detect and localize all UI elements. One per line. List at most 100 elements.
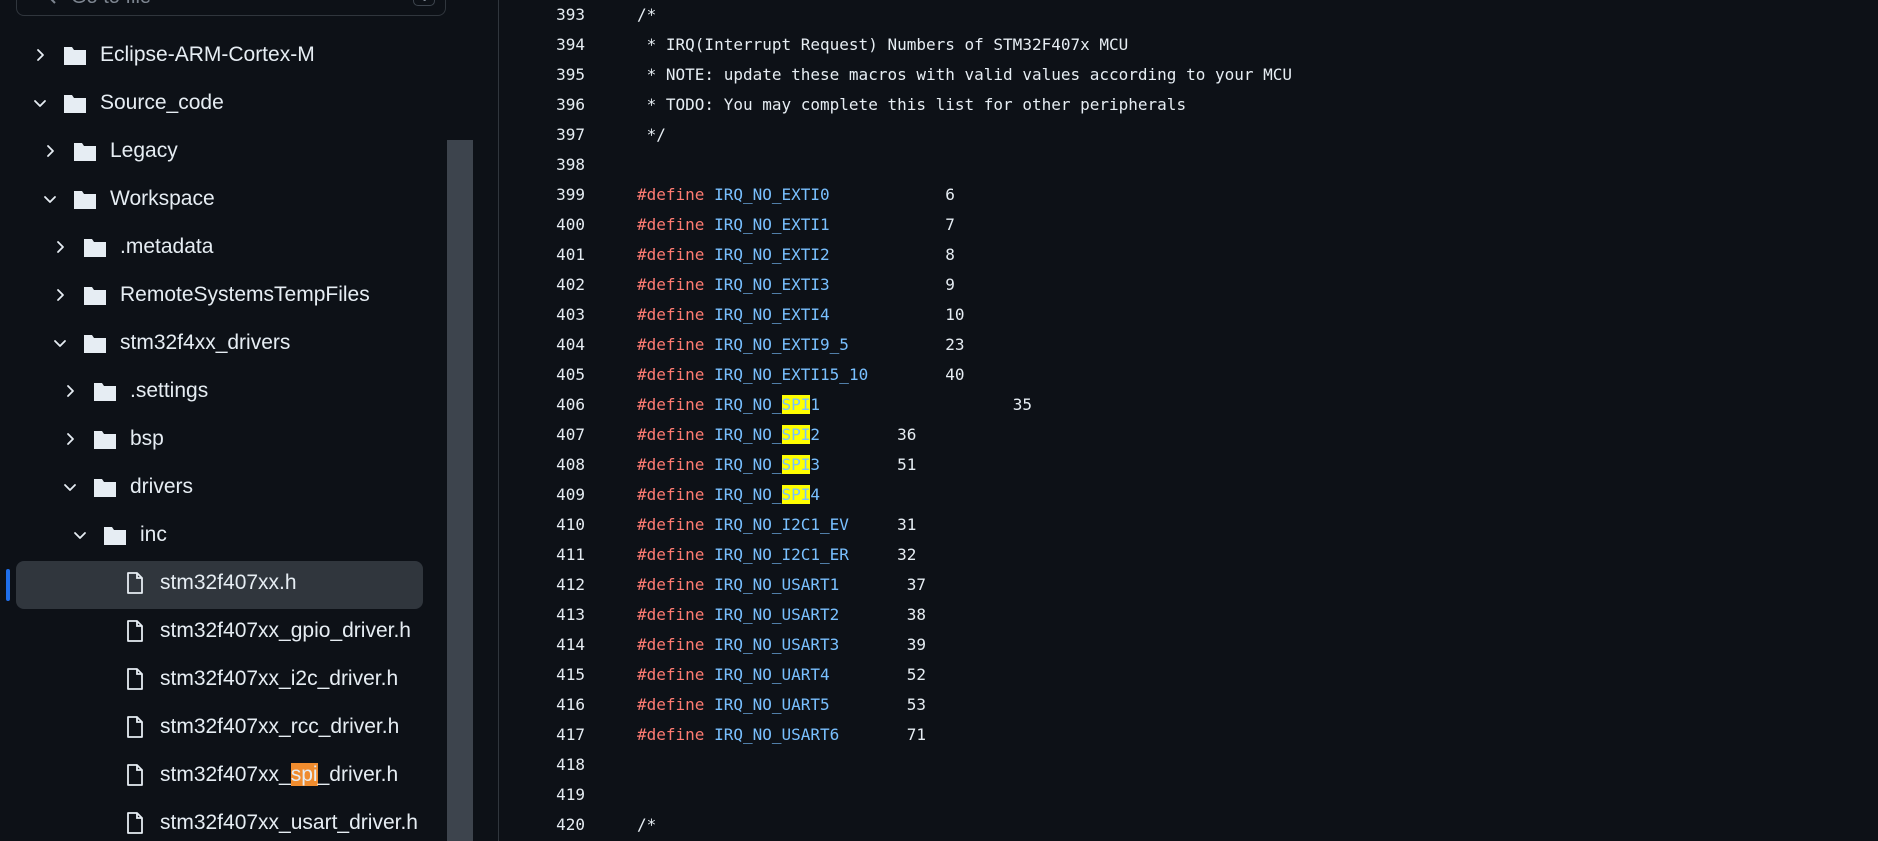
tree-folder-item[interactable]: RemoteSystemsTempFiles bbox=[0, 271, 447, 319]
tree-folder-item[interactable]: .metadata bbox=[0, 223, 447, 271]
line-number[interactable]: 393 bbox=[499, 0, 585, 30]
line-number[interactable]: 416 bbox=[499, 690, 585, 720]
code-line: 395 * NOTE: update these macros with val… bbox=[499, 60, 1878, 90]
line-number[interactable]: 414 bbox=[499, 630, 585, 660]
search-placeholder: Go to file bbox=[71, 0, 151, 9]
code-line: 394 * IRQ(Interrupt Request) Numbers of … bbox=[499, 30, 1878, 60]
shortcut-key-badge: t bbox=[413, 0, 435, 6]
line-number[interactable]: 409 bbox=[499, 480, 585, 510]
chevron-down-icon[interactable] bbox=[62, 479, 78, 495]
tree-folder-item[interactable]: drivers bbox=[0, 463, 447, 511]
code-text: #define IRQ_NO_UART4 52 bbox=[637, 660, 926, 690]
macro-name: IRQ_NO_EXTI0 bbox=[714, 185, 830, 204]
chevron-right-icon[interactable] bbox=[62, 383, 78, 399]
tree-folder-item[interactable]: Source_code bbox=[0, 79, 447, 127]
code-line: 413 #define IRQ_NO_USART2 38 bbox=[499, 600, 1878, 630]
macro-name: IRQ_NO_EXTI4 bbox=[714, 305, 830, 324]
code-text: #define IRQ_NO_USART3 39 bbox=[637, 630, 926, 660]
chevron-down-icon[interactable] bbox=[42, 191, 58, 207]
define-keyword: #define bbox=[637, 425, 705, 444]
macro-name: IRQ_NO_EXTI3 bbox=[714, 275, 830, 294]
line-number[interactable]: 394 bbox=[499, 30, 585, 60]
code-text: */ bbox=[637, 125, 666, 144]
chevron-down-icon[interactable] bbox=[32, 95, 48, 111]
macro-name: IRQ_NO_EXTI9_5 bbox=[714, 335, 849, 354]
chevron-right-icon[interactable] bbox=[32, 47, 48, 63]
line-number[interactable]: 419 bbox=[499, 780, 585, 810]
tree-file-item[interactable]: stm32f407xx_usart_driver.h bbox=[0, 799, 447, 841]
line-number[interactable]: 408 bbox=[499, 450, 585, 480]
define-keyword: #define bbox=[637, 455, 705, 474]
folder-icon bbox=[62, 91, 88, 115]
tree-file-item[interactable]: stm32f407xx_rcc_driver.h bbox=[0, 703, 447, 751]
line-number[interactable]: 412 bbox=[499, 570, 585, 600]
tree-folder-item[interactable]: inc bbox=[0, 511, 447, 559]
chevron-down-icon[interactable] bbox=[72, 527, 88, 543]
line-number[interactable]: 406 bbox=[499, 390, 585, 420]
line-number[interactable]: 417 bbox=[499, 720, 585, 750]
code-text: #define IRQ_NO_SPI2 36 bbox=[637, 420, 916, 450]
code-text: /* bbox=[637, 5, 657, 24]
line-number[interactable]: 401 bbox=[499, 240, 585, 270]
macro-name: IRQ_NO_SPI4 bbox=[714, 485, 821, 504]
chevron-right-icon[interactable] bbox=[62, 431, 78, 447]
file-icon bbox=[122, 619, 148, 643]
line-number[interactable]: 402 bbox=[499, 270, 585, 300]
tree-file-item[interactable]: stm32f407xx_spi_driver.h bbox=[0, 751, 447, 799]
line-number[interactable]: 413 bbox=[499, 600, 585, 630]
line-number[interactable]: 415 bbox=[499, 660, 585, 690]
tree-file-item[interactable]: stm32f407xx.h bbox=[0, 559, 447, 609]
chevron-right-icon[interactable] bbox=[42, 143, 58, 159]
code-line: 400 #define IRQ_NO_EXTI1 7 bbox=[499, 210, 1878, 240]
line-number[interactable]: 418 bbox=[499, 750, 585, 780]
code-text: #define IRQ_NO_SPI1 35 bbox=[637, 390, 1032, 420]
macro-value: 23 bbox=[945, 335, 965, 354]
line-number[interactable]: 403 bbox=[499, 300, 585, 330]
line-number[interactable]: 398 bbox=[499, 150, 585, 180]
code-line: 411 #define IRQ_NO_I2C1_ER 32 bbox=[499, 540, 1878, 570]
line-number[interactable]: 407 bbox=[499, 420, 585, 450]
code-line: 396 * TODO: You may complete this list f… bbox=[499, 90, 1878, 120]
sidebar-scrollbar-thumb[interactable] bbox=[447, 140, 473, 841]
macro-value: 35 bbox=[1012, 395, 1032, 414]
tree-file-item[interactable]: stm32f407xx_gpio_driver.h bbox=[0, 607, 447, 655]
line-number[interactable]: 400 bbox=[499, 210, 585, 240]
tree-folder-item[interactable]: Legacy bbox=[0, 127, 447, 175]
code-line: 404 #define IRQ_NO_EXTI9_5 23 bbox=[499, 330, 1878, 360]
tree-folder-item[interactable]: Eclipse-ARM-Cortex-M bbox=[0, 31, 447, 79]
chevron-right-icon[interactable] bbox=[52, 239, 68, 255]
line-number[interactable]: 395 bbox=[499, 60, 585, 90]
chevron-right-icon[interactable] bbox=[52, 287, 68, 303]
file-tree-sidebar: Go to file t Eclipse-ARM-Cortex-M Source_… bbox=[0, 0, 474, 841]
line-number[interactable]: 411 bbox=[499, 540, 585, 570]
line-number[interactable]: 396 bbox=[499, 90, 585, 120]
tree-folder-item[interactable]: .settings bbox=[0, 367, 447, 415]
macro-name: IRQ_NO_USART1 bbox=[714, 575, 840, 594]
macro-name: IRQ_NO_SPI2 bbox=[714, 425, 821, 444]
line-number[interactable]: 410 bbox=[499, 510, 585, 540]
search-match-highlight: SPI bbox=[781, 425, 811, 444]
code-text: #define IRQ_NO_EXTI9_5 23 bbox=[637, 330, 965, 360]
tree-item-label: stm32f407xx.h bbox=[160, 571, 297, 594]
line-number[interactable]: 397 bbox=[499, 120, 585, 150]
tree-folder-item[interactable]: bsp bbox=[0, 415, 447, 463]
code-text: #define IRQ_NO_USART2 38 bbox=[637, 600, 926, 630]
macro-value: 7 bbox=[945, 215, 955, 234]
tree-item-label: inc bbox=[140, 523, 167, 546]
line-number[interactable]: 405 bbox=[499, 360, 585, 390]
tree-folder-item[interactable]: stm32f4xx_drivers bbox=[0, 319, 447, 367]
define-keyword: #define bbox=[637, 485, 705, 504]
chevron-down-icon[interactable] bbox=[52, 335, 68, 351]
go-to-file-input[interactable]: Go to file t bbox=[16, 0, 446, 16]
tree-folder-item[interactable]: Workspace bbox=[0, 175, 447, 223]
code-line: 415 #define IRQ_NO_UART4 52 bbox=[499, 660, 1878, 690]
file-icon bbox=[122, 571, 148, 595]
code-text: #define IRQ_NO_EXTI0 6 bbox=[637, 180, 955, 210]
macro-value: 32 bbox=[897, 545, 917, 564]
line-number[interactable]: 420 bbox=[499, 810, 585, 840]
code-text: #define IRQ_NO_USART1 37 bbox=[637, 570, 926, 600]
tree-file-item[interactable]: stm32f407xx_i2c_driver.h bbox=[0, 655, 447, 703]
line-number[interactable]: 399 bbox=[499, 180, 585, 210]
define-keyword: #define bbox=[637, 245, 705, 264]
line-number[interactable]: 404 bbox=[499, 330, 585, 360]
